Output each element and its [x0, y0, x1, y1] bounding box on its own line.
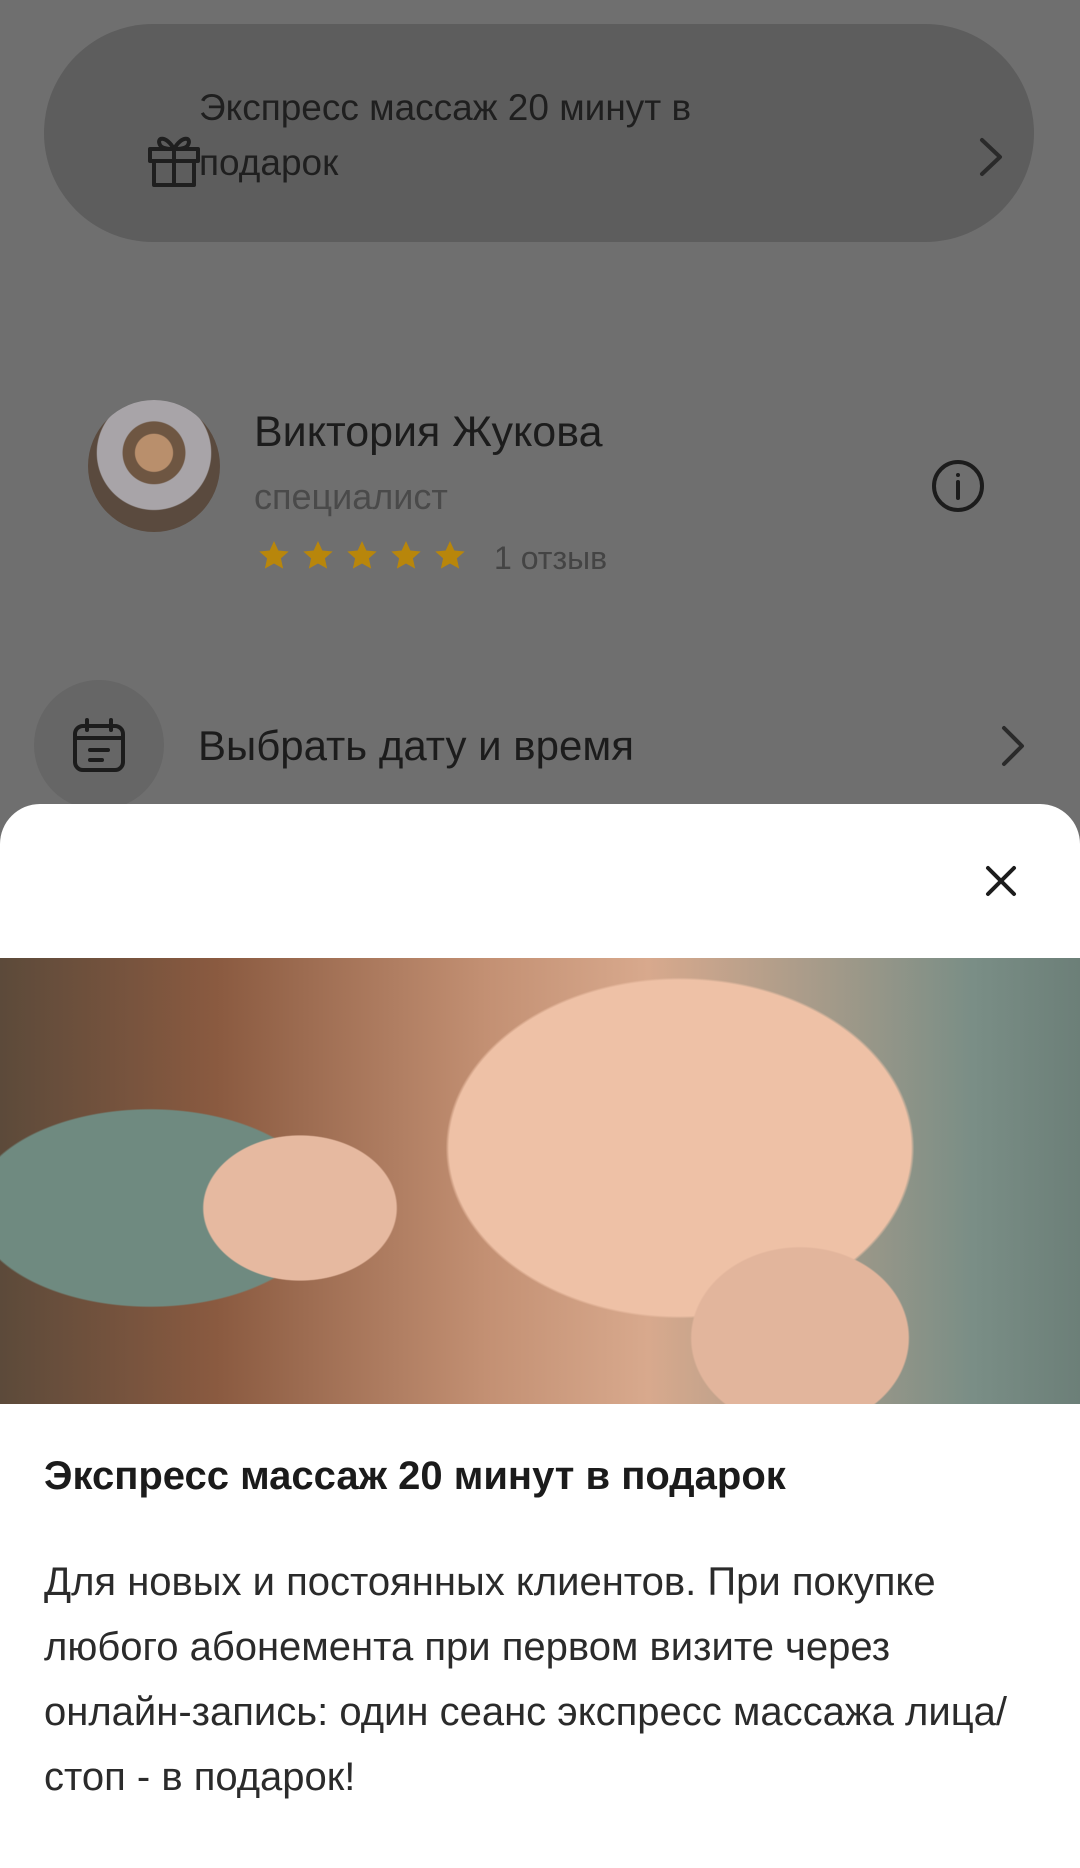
star-icon [435, 541, 465, 569]
chevron-right-icon [1002, 726, 1024, 766]
pick-date-time-button[interactable]: Выбрать дату и время [198, 722, 634, 770]
reviews-count[interactable]: 1 отзыв [494, 540, 607, 577]
star-icon [391, 541, 421, 569]
info-icon[interactable] [930, 458, 986, 514]
sheet-title: Экспресс массаж 20 минут в подарок [44, 1454, 786, 1498]
close-icon[interactable] [984, 864, 1018, 898]
avatar[interactable] [88, 400, 220, 532]
promo-bottom-sheet: Экспресс массаж 20 минут в подарок Для н… [0, 804, 1080, 1868]
promo-banner[interactable]: Экспресс массаж 20 минут в подарок [44, 24, 1034, 242]
gift-icon [148, 136, 200, 187]
specialist-name[interactable]: Виктория Жукова [254, 408, 603, 457]
star-icon [347, 541, 377, 569]
sheet-description: Для новых и постоянных клиентов. При пок… [44, 1560, 1007, 1799]
promo-photo [0, 958, 1080, 1404]
star-icon [303, 541, 333, 569]
rating-stars [256, 538, 468, 578]
chevron-right-icon [980, 138, 1002, 176]
promo-text: Экспресс массаж 20 минут в подарок [199, 87, 692, 183]
calendar-icon [73, 718, 125, 772]
star-icon [259, 541, 289, 569]
specialist-role: специалист [254, 476, 448, 517]
